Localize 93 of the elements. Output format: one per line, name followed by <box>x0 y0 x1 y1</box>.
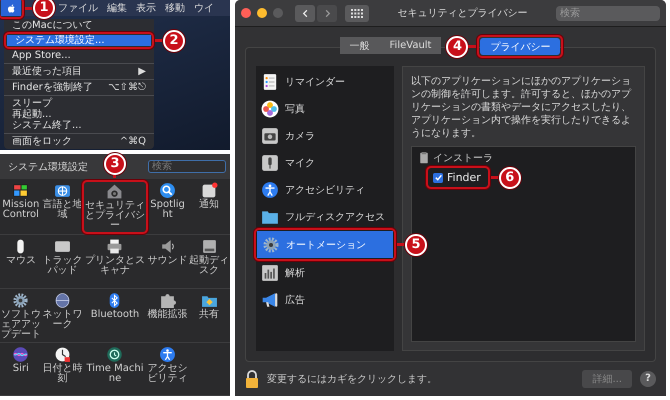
window-title: システム環境設定 <box>8 160 88 174</box>
category-item[interactable]: マイク <box>256 149 394 176</box>
preference-item[interactable]: 起動ディスク <box>189 238 230 286</box>
puzzle-icon <box>159 292 176 308</box>
accessibility-icon <box>159 346 176 362</box>
preference-item[interactable]: トラックパッド <box>42 238 82 286</box>
menu-item[interactable]: このMacについて <box>4 20 154 31</box>
preference-item[interactable]: ソフトウェアアップデート <box>0 292 41 340</box>
menu-item[interactable]: システム環境設定... <box>7 35 151 46</box>
preference-item[interactable]: 通知 <box>189 182 230 232</box>
description-text: 以下のアプリケーションにほかのアプリケーションの制御を許可します。許可すると、ほかのアプリケーションの書類やデータにアクセスしたり、アプリケーション内で操作を実行したりできるようになります。 <box>411 75 632 140</box>
apple-icon <box>6 2 16 14</box>
document-icon <box>418 152 430 164</box>
orb-icon <box>12 346 30 362</box>
search-icon <box>159 182 176 199</box>
menu-item[interactable]: 画面をロック ^⌘Q <box>4 136 154 147</box>
shortcut-text: ^⌘Q <box>120 136 146 147</box>
preference-item[interactable]: アクセシビリティ <box>148 346 188 393</box>
menu-item[interactable]: 最近使った項目 ▶ <box>4 66 154 77</box>
preference-item[interactable]: ネットワーク <box>42 292 82 340</box>
microphone-icon <box>261 154 279 172</box>
category-item[interactable]: 写真 <box>256 95 394 122</box>
category-item[interactable]: オートメーション <box>257 231 393 258</box>
back-button[interactable] <box>295 4 315 22</box>
house-icon <box>106 183 124 200</box>
clock-icon <box>54 346 71 362</box>
chevron-right-icon <box>322 8 332 18</box>
preference-item[interactable]: 機能拡張 <box>148 292 188 340</box>
category-item[interactable]: リマインダー <box>256 68 394 95</box>
preference-item[interactable]: Spotlight <box>148 182 188 232</box>
camera-icon <box>261 126 279 144</box>
preference-item[interactable]: 共有 <box>189 292 230 340</box>
menu-title[interactable]: ファイル <box>58 1 98 15</box>
chevron-left-icon <box>300 8 310 18</box>
app-item[interactable]: インストーラ <box>418 151 629 165</box>
show-all-button[interactable] <box>345 4 369 22</box>
shortcut-text: ▶ <box>138 66 146 77</box>
category-item[interactable]: フルディスクアクセス <box>256 203 394 230</box>
menu-title[interactable]: 表示 <box>136 1 156 15</box>
sphere-icon <box>54 292 71 308</box>
search-field[interactable]: 検索 <box>148 160 226 173</box>
step-callout: 6 <box>490 166 521 188</box>
tab[interactable]: プライバシー <box>480 38 560 55</box>
step-callout: 3 <box>104 153 126 178</box>
printer-icon <box>106 238 124 255</box>
menu-title[interactable]: 移動 <box>165 1 185 15</box>
speaker-icon <box>159 238 176 255</box>
checklist-icon <box>261 72 279 90</box>
app-name: Finder <box>447 171 481 184</box>
megaphone-icon <box>261 290 279 308</box>
notification-icon <box>200 182 218 199</box>
minimize-button[interactable] <box>257 8 267 18</box>
preference-item[interactable]: マウス <box>0 238 41 286</box>
lock-icon[interactable] <box>245 370 259 388</box>
shortcut-text: ⌥⇧⌘⎋ <box>108 82 146 93</box>
preference-item[interactable]: Siri <box>0 346 41 393</box>
category-item[interactable]: 解析 <box>256 259 394 286</box>
tab[interactable]: 一般 <box>340 37 380 54</box>
preference-item[interactable]: 日付と時刻 <box>42 346 82 393</box>
preference-item[interactable]: Mission Control <box>0 182 41 232</box>
menu-title[interactable]: ウイ <box>194 1 214 15</box>
step-callout: 2 <box>155 30 185 52</box>
window-title: セキュリティとプライバシー <box>396 6 528 20</box>
forward-button[interactable] <box>317 4 337 22</box>
menu-item[interactable]: App Store... <box>4 50 154 61</box>
category-item[interactable]: アクセシビリティ <box>256 176 394 203</box>
bar-chart-icon <box>261 264 279 282</box>
gear-icon <box>262 236 280 254</box>
close-button[interactable] <box>241 8 251 18</box>
footer-text: 変更するにはカギをクリックします。 <box>267 372 437 386</box>
preference-item[interactable]: Bluetooth <box>84 292 146 340</box>
menu-item[interactable]: 再起動... <box>4 109 154 120</box>
windows-icon <box>12 182 30 199</box>
preference-item[interactable]: サウンド <box>148 238 188 286</box>
checkbox[interactable] <box>433 172 443 182</box>
preference-item[interactable]: セキュリティとプライバシー <box>84 183 145 231</box>
preference-item[interactable]: Time Machine <box>84 346 146 393</box>
tab[interactable]: FileVault <box>380 37 442 54</box>
gear-icon <box>12 292 30 308</box>
flower-icon <box>261 100 279 118</box>
globe-icon <box>54 182 71 199</box>
menu-item[interactable]: システム終了... <box>4 120 154 131</box>
grid-icon <box>351 8 363 18</box>
trackpad-icon <box>54 238 71 255</box>
category-item[interactable]: 広告 <box>256 286 394 313</box>
menu-title[interactable]: 編集 <box>107 1 127 15</box>
search-field[interactable]: 検索 <box>556 6 660 20</box>
preference-item[interactable]: プリンタとスキャナ <box>84 238 146 286</box>
category-item[interactable]: カメラ <box>256 122 394 149</box>
menu-item[interactable]: Finderを強制終了 ⌥⇧⌘⎋ <box>4 82 154 93</box>
menu-item[interactable]: スリープ <box>4 98 154 109</box>
accessibility-icon <box>261 180 279 198</box>
help-button[interactable]: ? <box>640 371 656 387</box>
